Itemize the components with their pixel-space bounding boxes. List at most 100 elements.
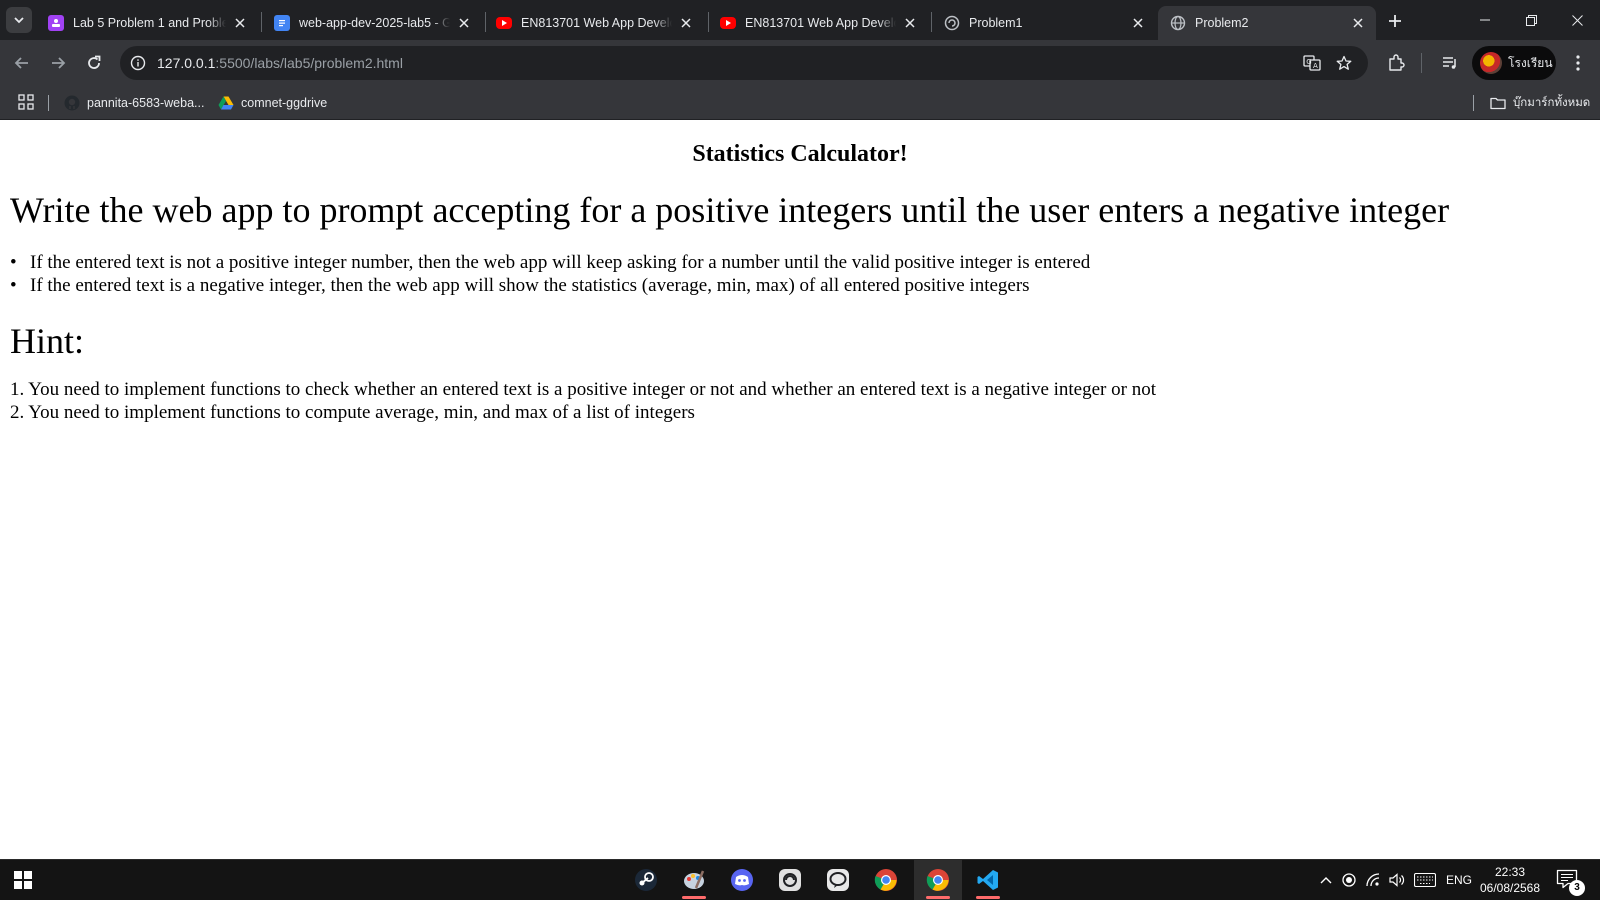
docs-icon [274, 15, 290, 31]
close-icon[interactable] [1350, 15, 1366, 31]
all-bookmarks-label: บุ๊กมาร์กทั้งหมด [1513, 97, 1591, 109]
apps-grid-icon[interactable] [18, 94, 34, 110]
taskbar-app-discord[interactable] [722, 860, 762, 900]
running-indicator [976, 896, 1000, 899]
taskbar-app-paint[interactable] [674, 860, 714, 900]
tab-problem1[interactable]: Problem1 [932, 6, 1156, 40]
tab-title: web-app-dev-2025-lab5 - Google Docs [299, 16, 450, 30]
extensions-icon[interactable] [1384, 51, 1408, 75]
site-info-icon[interactable] [128, 53, 148, 73]
github-icon [64, 95, 80, 111]
taskbar-app-chrome-active[interactable] [914, 860, 962, 900]
close-icon[interactable] [1130, 15, 1146, 31]
tab-title: Problem2 [1195, 16, 1344, 30]
tab-strip: Lab 5 Problem 1 and Problem 2 web-app-de… [0, 0, 1600, 40]
page-content: Statistics Calculator! Write the web app… [0, 121, 1600, 859]
back-button[interactable] [8, 49, 36, 77]
system-clock[interactable]: 22:33 06/08/2568 [1468, 864, 1552, 896]
classroom-icon [48, 15, 64, 31]
globe-icon [1170, 15, 1186, 31]
tab-search-button[interactable] [6, 7, 32, 33]
toolbar-divider [1421, 53, 1422, 73]
close-icon[interactable] [902, 15, 918, 31]
taskbar-app-chrome[interactable] [866, 860, 906, 900]
tab-lab5-problems[interactable]: Lab 5 Problem 1 and Problem 2 [36, 6, 258, 40]
close-icon[interactable] [456, 15, 472, 31]
running-indicator [926, 896, 950, 899]
taskbar-app-steam[interactable] [626, 860, 666, 900]
minimize-button[interactable] [1462, 0, 1508, 40]
forward-button[interactable] [44, 49, 72, 77]
wifi-icon[interactable] [1363, 860, 1383, 900]
line-icon [827, 869, 849, 891]
translate-icon[interactable]: GA [1302, 53, 1322, 73]
vscode-icon [977, 870, 998, 890]
requirements-list: If the entered text is not a positive in… [10, 251, 1090, 297]
taskbar-app-line[interactable] [818, 860, 858, 900]
avatar [1480, 52, 1502, 74]
list-item: 2. You need to implement functions to co… [10, 402, 695, 423]
taskbar-app-openai[interactable] [770, 860, 810, 900]
tray-overflow-icon[interactable] [1316, 860, 1336, 900]
keyboard-icon[interactable] [1412, 860, 1438, 900]
tab-youtube-1[interactable]: EN813701 Web App Development [484, 6, 704, 40]
tab-youtube-2[interactable]: EN813701 Web App Development [708, 6, 928, 40]
more-menu-icon[interactable] [1566, 51, 1590, 75]
arrow-right-icon [52, 57, 66, 69]
youtube-icon [720, 17, 736, 29]
google-drive-icon [218, 96, 234, 110]
plus-icon [1389, 15, 1401, 27]
windows-start-button[interactable] [14, 871, 32, 889]
url-text[interactable]: 127.0.0.1:5500/labs/lab5/problem2.html [157, 55, 403, 71]
running-indicator [682, 896, 706, 899]
close-icon[interactable] [232, 15, 248, 31]
tab-problem2[interactable]: Problem2 [1158, 6, 1376, 40]
volume-icon[interactable] [1386, 860, 1408, 900]
all-bookmarks-button[interactable]: บุ๊กมาร์กทั้งหมด [1490, 93, 1590, 113]
svg-text:A: A [1313, 62, 1318, 70]
tab-title: Lab 5 Problem 1 and Problem 2 [73, 16, 226, 30]
list-item: If the entered text is not a positive in… [10, 251, 1090, 274]
reload-button[interactable] [80, 49, 108, 77]
list-item: 1. You need to implement functions to ch… [10, 379, 1156, 400]
page-title: Write the web app to prompt accepting fo… [10, 190, 1450, 230]
chrome-icon [926, 869, 949, 891]
bookmark-google-drive[interactable]: comnet-ggdrive [218, 93, 327, 113]
tab-title: EN813701 Web App Development [745, 16, 896, 30]
arrow-left-icon [14, 57, 28, 69]
paint-icon [684, 870, 705, 889]
page-heading: Statistics Calculator! [692, 141, 908, 167]
browser-toolbar: 127.0.0.1:5500/labs/lab5/problem2.html G… [0, 40, 1600, 86]
bookmark-label: comnet-ggdrive [241, 96, 328, 110]
live-server-icon [944, 15, 960, 31]
url-path: :5500/labs/lab5/problem2.html [215, 55, 403, 71]
bookmark-github[interactable]: pannita-6583-weba... [64, 93, 204, 113]
tab-title: EN813701 Web App Development [521, 16, 672, 30]
list-item: If the entered text is a negative intege… [10, 274, 1090, 297]
bookmark-star-icon[interactable] [1334, 53, 1354, 73]
taskbar-app-vscode[interactable] [968, 860, 1008, 900]
bookmarks-bar: pannita-6583-weba... comnet-ggdrive บุ๊ก… [0, 86, 1600, 120]
tab-title: Problem1 [969, 16, 1124, 30]
address-bar[interactable]: 127.0.0.1:5500/labs/lab5/problem2.html G… [120, 46, 1368, 80]
profile-name: โรงเรียน [1508, 55, 1553, 70]
windows-taskbar: ENG 22:33 06/08/2568 3 [0, 859, 1600, 900]
minimize-icon [1480, 19, 1490, 21]
profile-button[interactable]: โรงเรียน [1472, 46, 1556, 80]
tab-google-docs[interactable]: web-app-dev-2025-lab5 - Google Docs [262, 6, 482, 40]
record-icon[interactable] [1339, 860, 1359, 900]
youtube-icon [496, 17, 512, 29]
close-icon [1571, 14, 1583, 26]
url-host: 127.0.0.1 [157, 55, 216, 71]
svg-text:G: G [1306, 58, 1311, 66]
media-control-icon[interactable] [1438, 51, 1462, 75]
reload-icon [88, 55, 101, 69]
close-window-button[interactable] [1554, 0, 1600, 40]
restore-button[interactable] [1508, 0, 1554, 40]
restore-icon [1525, 14, 1537, 26]
chrome-icon [874, 869, 897, 891]
close-icon[interactable] [678, 15, 694, 31]
clock-date: 06/08/2568 [1479, 881, 1541, 895]
new-tab-button[interactable] [1382, 8, 1408, 34]
steam-icon [635, 869, 657, 891]
